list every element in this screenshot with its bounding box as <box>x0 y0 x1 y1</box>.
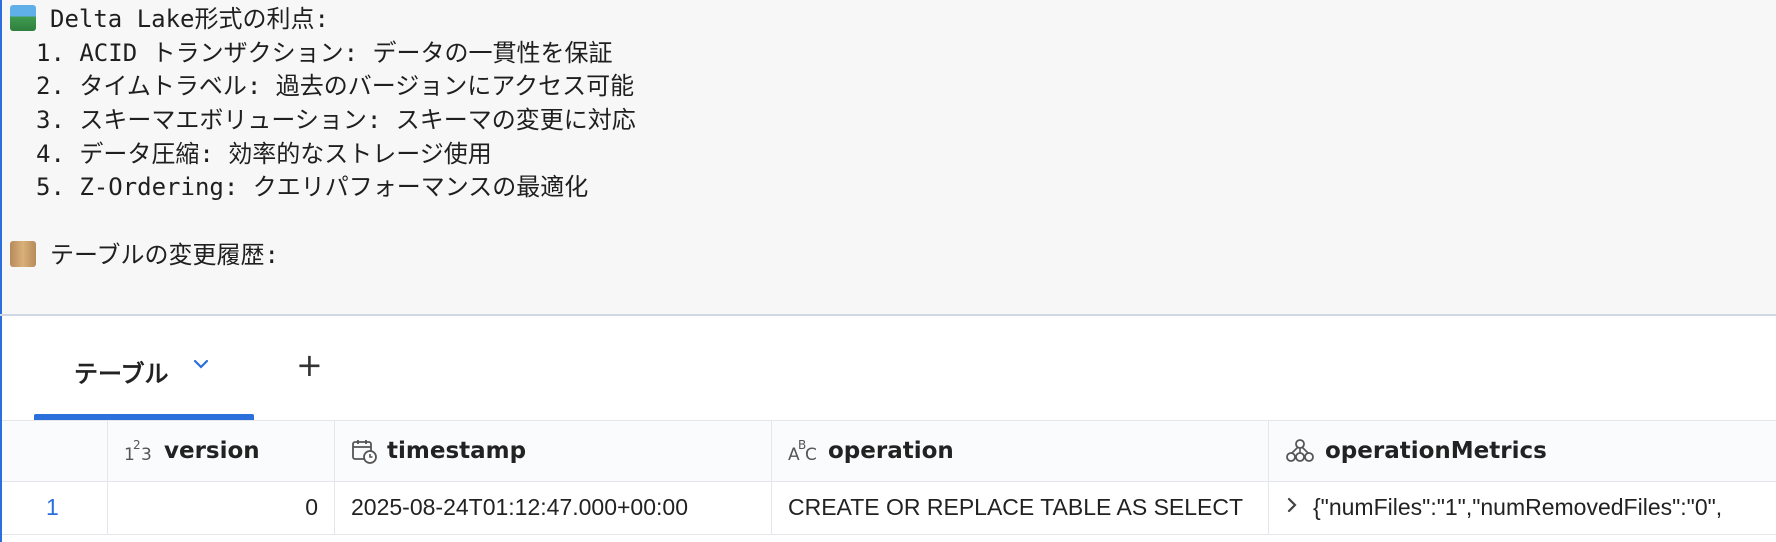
calendar-clock-icon <box>351 438 377 464</box>
operation-metrics-value: {"numFiles":"1","numRemovedFiles":"0", <box>1313 493 1723 520</box>
plus-icon: + <box>296 346 323 384</box>
cell-output: Delta Lake形式の利点: 1. ACID トランザクション: データの一… <box>0 0 1776 315</box>
chevron-down-icon[interactable] <box>192 354 210 378</box>
history-title: テーブルの変更履歴: <box>50 241 280 269</box>
landscape-emoji-icon <box>10 5 36 31</box>
benefit-item: 3. スキーマエボリューション: スキーマの変更に対応 <box>36 106 636 134</box>
string-type-icon: ABC <box>788 438 818 464</box>
table-row[interactable]: 1 0 2025-08-24T01:12:47.000+00:00 CREATE… <box>2 480 1776 535</box>
integer-type-icon: 123 <box>124 438 154 464</box>
benefits-title: Delta Lake形式の利点: <box>50 5 329 33</box>
result-tabbar: テーブル + <box>2 316 1776 420</box>
result-panel: テーブル + 123 version timestamp A B C opera… <box>2 316 1776 542</box>
cell-operationMetrics[interactable]: {"numFiles":"1","numRemovedFiles":"0", <box>1269 480 1776 534</box>
scroll-emoji-icon <box>10 241 36 267</box>
column-label: timestamp <box>387 438 527 464</box>
svg-text:C: C <box>805 445 817 464</box>
add-tab-button[interactable]: + <box>296 346 323 384</box>
column-label: version <box>164 438 260 464</box>
svg-text:2: 2 <box>133 438 141 452</box>
row-index: 1 <box>2 480 108 534</box>
column-label: operation <box>828 438 954 464</box>
tab-table-label: テーブル <box>74 360 169 388</box>
row-number-header <box>2 421 108 481</box>
benefit-item: 5. Z-Ordering: クエリパフォーマンスの最適化 <box>36 173 589 201</box>
column-header-version[interactable]: 123 version <box>108 421 335 481</box>
cell-operation[interactable]: CREATE OR REPLACE TABLE AS SELECT <box>772 480 1269 534</box>
tab-table[interactable]: テーブル <box>34 316 254 420</box>
benefits-heading: Delta Lake形式の利点: <box>10 0 329 38</box>
table-header-row: 123 version timestamp ABC operation oper… <box>2 420 1776 482</box>
struct-type-icon <box>1285 438 1315 464</box>
history-heading: テーブルの変更履歴: <box>10 236 279 274</box>
chevron-right-icon[interactable] <box>1285 494 1299 520</box>
column-header-operation[interactable]: ABC operation <box>772 421 1269 481</box>
column-header-timestamp[interactable]: timestamp <box>335 421 772 481</box>
column-label: operationMetrics <box>1325 438 1547 464</box>
benefit-item: 2. タイムトラベル: 過去のバージョンにアクセス可能 <box>36 72 635 100</box>
svg-text:3: 3 <box>141 445 152 464</box>
column-header-operationMetrics[interactable]: operationMetrics <box>1269 421 1776 481</box>
cell-version[interactable]: 0 <box>108 480 335 534</box>
cell-timestamp[interactable]: 2025-08-24T01:12:47.000+00:00 <box>335 480 772 534</box>
